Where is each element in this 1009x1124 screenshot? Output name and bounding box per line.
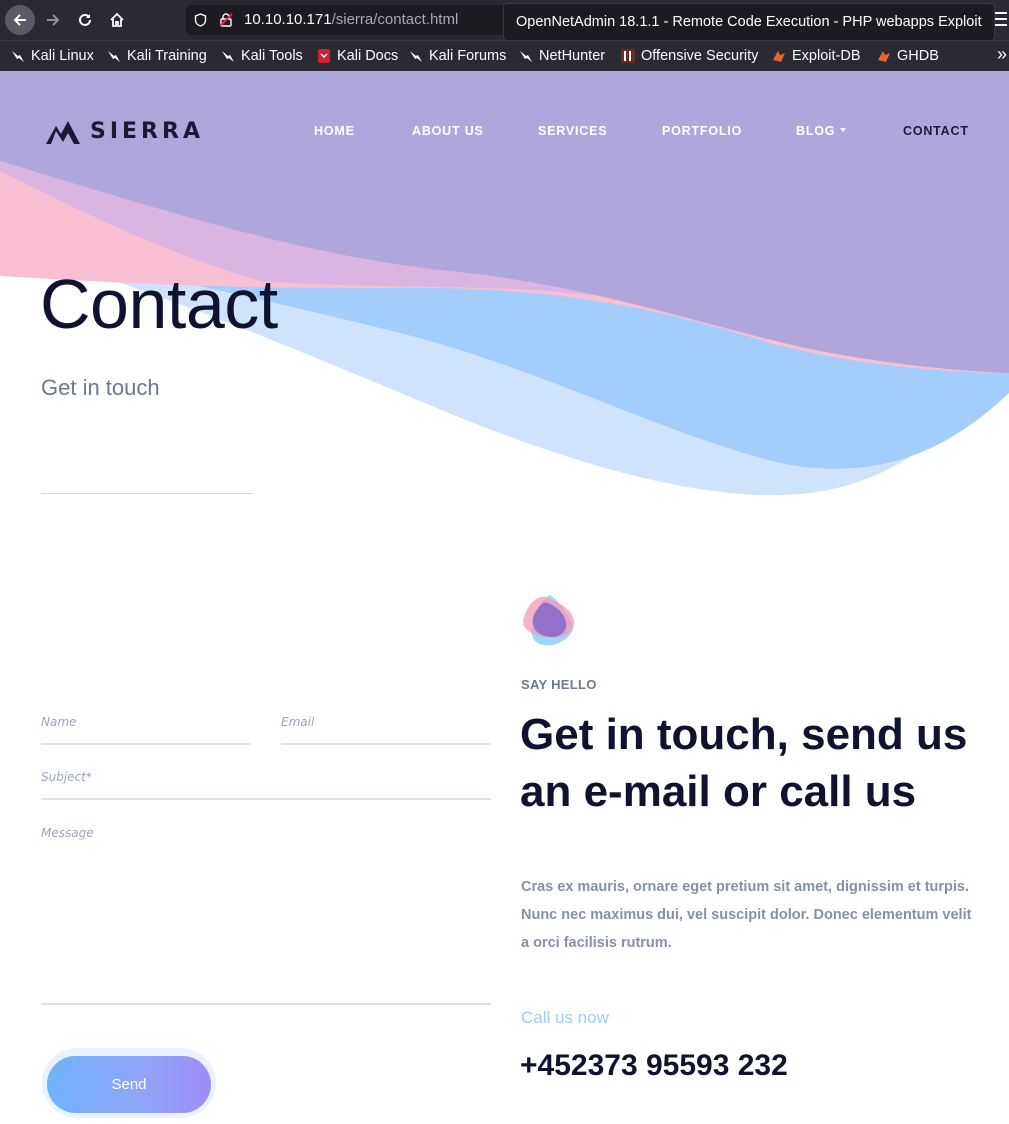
bookmarks-toolbar: Kali Linux Kali Training Kali Tools Kali… xyxy=(0,40,1009,71)
hamburger-menu-button[interactable] xyxy=(995,12,1009,28)
subject-field-wrapper xyxy=(41,766,491,800)
message-field[interactable] xyxy=(41,822,491,1005)
bookmark-label: Exploit-DB xyxy=(792,48,861,64)
forward-button[interactable] xyxy=(38,5,68,35)
nav-blog[interactable]: BLOG xyxy=(796,124,847,138)
kali-dragon-icon xyxy=(220,48,236,64)
nav-portfolio[interactable]: PORTFOLIO xyxy=(662,124,742,138)
bookmark-exploit-db[interactable]: Exploit-DB xyxy=(771,46,861,66)
bookmark-label: NetHunter xyxy=(539,48,606,64)
caret-down-icon xyxy=(840,128,847,132)
exploit-db-icon xyxy=(876,48,892,64)
bookmark-offensive-security[interactable]: Offensive Security xyxy=(620,46,758,66)
page-subtitle: Get in touch xyxy=(41,375,160,400)
email-field[interactable] xyxy=(281,711,491,745)
link-tooltip: OpenNetAdmin 18.1.1 - Remote Code Execut… xyxy=(503,3,995,41)
send-button[interactable]: Send xyxy=(47,1056,211,1113)
mountain-logo-icon xyxy=(46,120,80,144)
shield-icon[interactable] xyxy=(194,13,207,27)
bookmark-kali-tools[interactable]: Kali Tools xyxy=(220,46,303,66)
section-kicker: SAY HELLO xyxy=(521,677,597,692)
bookmark-label: Kali Tools xyxy=(241,48,303,64)
menu-line xyxy=(995,12,1007,14)
offsec-icon xyxy=(620,48,636,64)
home-icon xyxy=(110,12,124,27)
arrow-left-icon xyxy=(13,14,26,26)
url-path: /sierra/contact.html xyxy=(331,11,459,28)
name-field-wrapper xyxy=(41,711,251,745)
kali-dragon-icon xyxy=(10,48,26,64)
reload-icon xyxy=(79,13,91,26)
phone-number[interactable]: +452373 95593 232 xyxy=(520,1049,788,1083)
menu-line xyxy=(995,24,1007,26)
nav-contact[interactable]: CONTACT xyxy=(903,124,969,138)
reload-button[interactable] xyxy=(70,5,100,35)
arrow-right-icon xyxy=(47,14,60,26)
home-button[interactable] xyxy=(102,5,132,35)
kali-docs-icon xyxy=(316,48,332,64)
web-page: SIERRA HOME ABOUT US SERVICES PORTFOLIO … xyxy=(0,71,1009,1124)
bookmark-label: Kali Docs xyxy=(337,48,399,64)
email-field-wrapper xyxy=(281,711,491,745)
bookmark-label: Kali Training xyxy=(127,48,207,64)
kali-dragon-icon xyxy=(518,48,534,64)
page-title: Contact xyxy=(40,265,278,343)
nav-home[interactable]: HOME xyxy=(314,124,355,138)
logo-text: SIERRA xyxy=(90,119,204,144)
contact-heading: Get in touch, send us an e-mail or call … xyxy=(520,710,968,816)
bookmark-kali-docs[interactable]: Kali Docs xyxy=(316,46,398,66)
name-field[interactable] xyxy=(41,711,251,745)
subject-field[interactable] xyxy=(41,766,491,800)
insecure-lock-icon[interactable] xyxy=(218,12,234,28)
browser-chrome: 10.10.10.171/sierra/contact.html OpenNet… xyxy=(0,0,1009,71)
kali-dragon-icon xyxy=(408,48,424,64)
nav-about[interactable]: ABOUT US xyxy=(412,124,484,138)
bookmark-kali-forums[interactable]: Kali Forums xyxy=(408,46,506,66)
url-host: 10.10.10.171 xyxy=(244,11,332,28)
site-logo[interactable]: SIERRA xyxy=(46,119,204,144)
bookmark-kali-training[interactable]: Kali Training xyxy=(106,46,207,66)
bookmark-label: Kali Forums xyxy=(429,48,507,64)
call-label: Call us now xyxy=(521,1008,609,1027)
nav-blog-label: BLOG xyxy=(796,124,836,138)
divider xyxy=(41,493,254,494)
nav-services[interactable]: SERVICES xyxy=(538,124,607,138)
bookmark-label: Kali Linux xyxy=(31,48,94,64)
bookmark-nethunter[interactable]: NetHunter xyxy=(518,46,605,66)
message-field-wrapper xyxy=(41,822,491,1010)
back-button[interactable] xyxy=(5,5,35,35)
menu-line xyxy=(995,18,1007,20)
contact-description: Cras ex mauris, ornare eget pretium sit … xyxy=(521,879,972,951)
bookmark-label: GHDB xyxy=(897,48,939,64)
bookmark-kali-linux[interactable]: Kali Linux xyxy=(10,46,94,66)
exploit-db-icon xyxy=(771,48,787,64)
blob-decoration-icon xyxy=(523,595,575,646)
url-text[interactable]: 10.10.10.171/sierra/contact.html xyxy=(244,11,458,28)
bookmark-label: Offensive Security xyxy=(641,48,759,64)
kali-dragon-icon xyxy=(106,48,122,64)
bookmark-ghdb[interactable]: GHDB xyxy=(876,46,939,66)
browser-toolbar: 10.10.10.171/sierra/contact.html OpenNet… xyxy=(0,0,1009,41)
chevron-double-right-icon[interactable]: » xyxy=(997,44,1007,65)
